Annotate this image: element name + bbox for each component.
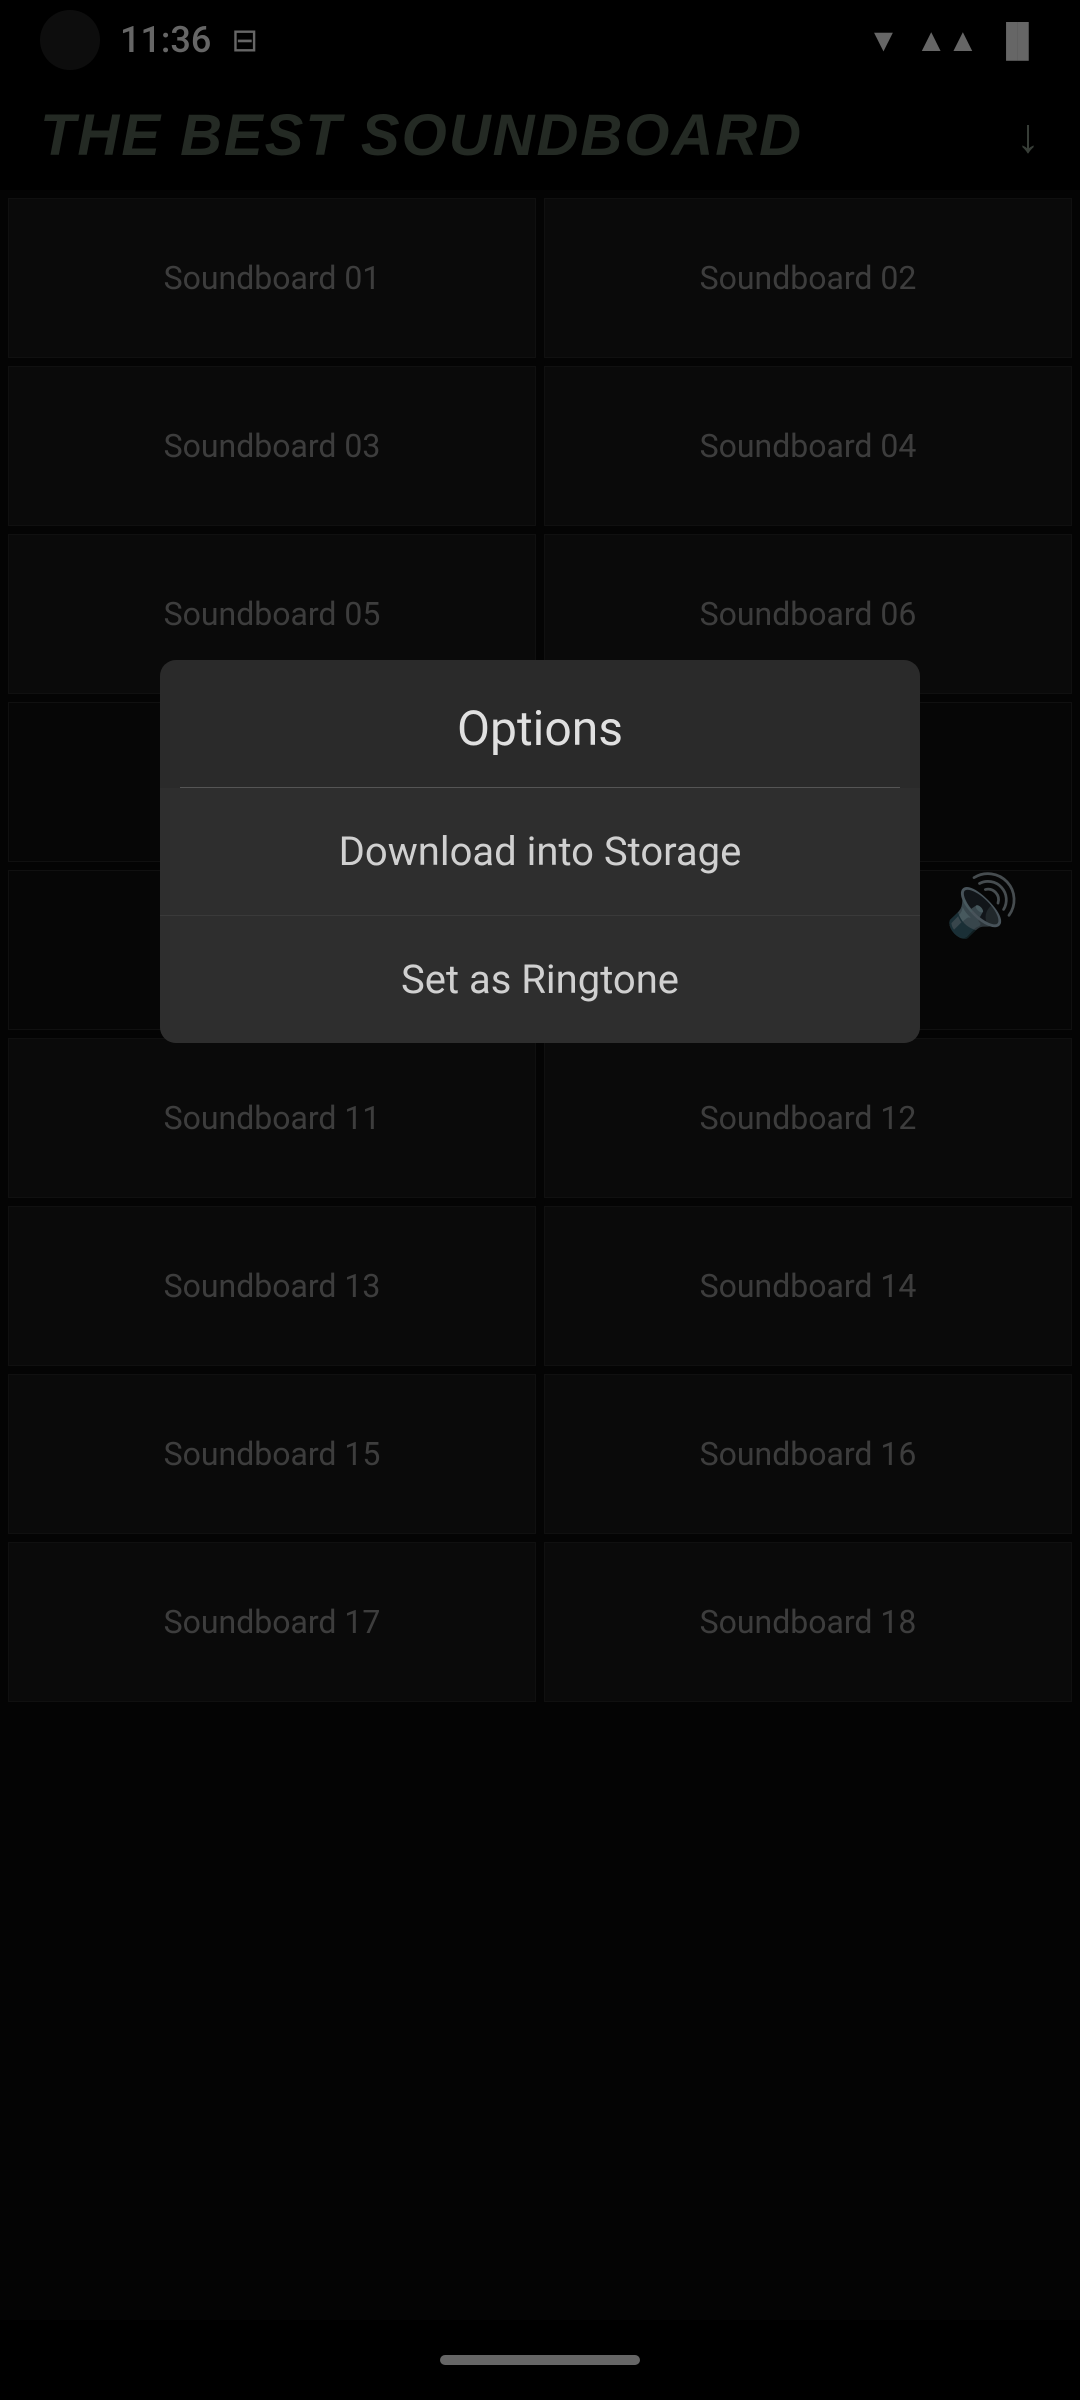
set-ringtone-option[interactable]: Set as Ringtone (160, 916, 920, 1043)
download-storage-option[interactable]: Download into Storage (160, 788, 920, 916)
options-modal: Options Download into Storage Set as Rin… (160, 660, 920, 1043)
set-ringtone-label: Set as Ringtone (401, 956, 679, 1003)
modal-title: Options (160, 660, 920, 787)
download-storage-label: Download into Storage (339, 828, 742, 875)
modal-overlay[interactable] (0, 0, 1080, 2400)
